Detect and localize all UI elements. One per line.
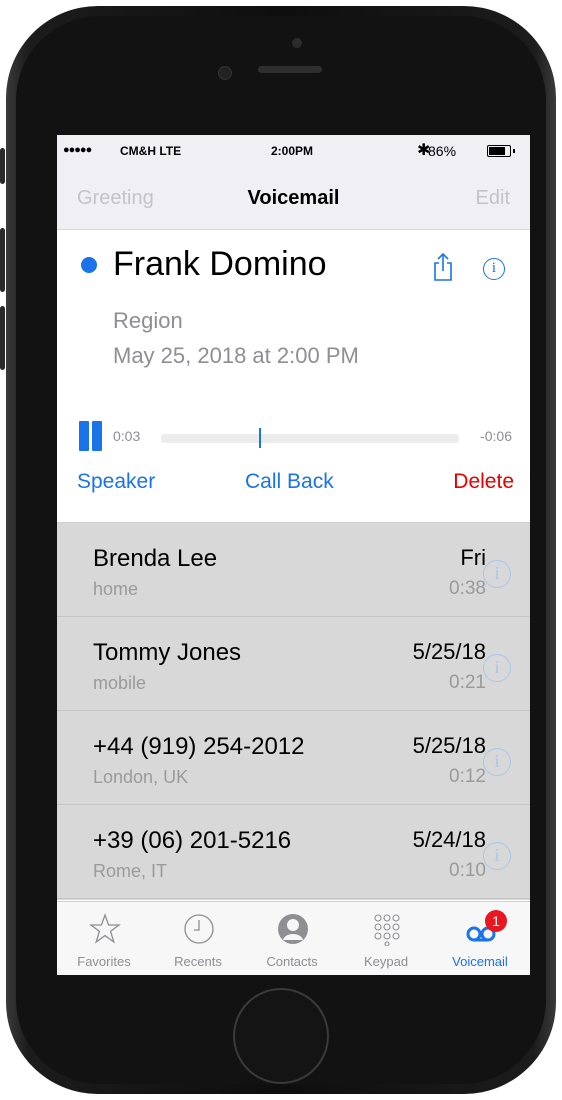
info-icon[interactable]: i (483, 258, 505, 280)
list-item[interactable]: Brenda Lee home Fri 0:38 i (57, 523, 530, 617)
voicemail-caller: +44 (919) 254-2012 (93, 733, 305, 760)
tab-recents[interactable]: Recents (151, 902, 245, 975)
notification-badge: 1 (485, 910, 507, 932)
list-item[interactable]: Tommy Jones mobile 5/25/18 0:21 i (57, 617, 530, 711)
share-icon[interactable] (432, 252, 454, 282)
speaker-button[interactable]: Speaker (77, 470, 155, 494)
tab-contacts[interactable]: Contacts (245, 902, 339, 975)
tab-label: Keypad (363, 954, 409, 969)
keypad-icon (374, 914, 400, 946)
caller-name: Frank Domino (113, 245, 327, 283)
tab-voicemail[interactable]: 1 Voicemail (433, 902, 527, 975)
voicemail-label: London, UK (93, 767, 189, 787)
battery-icon (487, 145, 515, 157)
carrier-label: CM&H LTE (120, 144, 182, 158)
battery-nub (513, 149, 515, 153)
call-back-button[interactable]: Call Back (245, 470, 334, 494)
battery-fill (489, 147, 505, 155)
nav-bar: Greeting Voicemail Edit (57, 167, 530, 230)
caller-location: Region (113, 308, 183, 333)
voicemail-label: Rome, IT (93, 861, 168, 881)
volume-up-button (0, 228, 5, 292)
tab-label: Recents (174, 954, 222, 969)
voicemail-caller: Tommy Jones (93, 639, 242, 666)
list-item[interactable]: +39 (06) 201-5216 Rome, IT 5/24/18 0:10 … (57, 805, 530, 899)
home-button[interactable] (233, 988, 329, 1084)
tab-keypad[interactable]: Keypad (339, 902, 433, 975)
pause-button[interactable] (79, 421, 103, 451)
remaining-time: -0:06 (480, 428, 512, 444)
tab-label: Contacts (266, 954, 318, 969)
playback-scrubber[interactable] (161, 434, 459, 443)
voicemail-date: May 25, 2018 at 2:00 PM (113, 343, 359, 368)
voicemail-date: 5/25/18 (412, 733, 486, 758)
info-icon[interactable]: i (483, 654, 511, 682)
screen: ●●●●● CM&H LTE 2:00PM ✱ 86% Greeting Voi… (57, 135, 530, 975)
voicemail-detail: Frank Domino i Region May 25, 2018 at 2:… (57, 230, 530, 523)
voicemail-date: 5/25/18 (412, 639, 486, 664)
delete-button[interactable]: Delete (453, 470, 514, 494)
voicemail-list: Brenda Lee home Fri 0:38 i Tommy Jones m… (57, 523, 530, 900)
voicemail-date: Fri (460, 545, 486, 570)
person-icon (278, 914, 308, 944)
voicemail-duration: 0:12 (449, 766, 486, 787)
unread-dot-icon (81, 257, 97, 273)
voicemail-label: mobile (93, 673, 147, 693)
battery-percent: 86% (428, 143, 457, 159)
pause-bar-right (92, 421, 102, 451)
voicemail-duration: 0:10 (449, 860, 486, 881)
voicemail-caller: Brenda Lee (93, 545, 218, 572)
voicemail-duration: 0:21 (449, 672, 486, 693)
clock-icon (184, 914, 214, 944)
elapsed-time: 0:03 (113, 428, 141, 444)
list-item[interactable]: +44 (919) 254-2012 London, UK 5/25/18 0:… (57, 711, 530, 805)
pause-bar-left (79, 421, 89, 451)
tab-favorites[interactable]: Favorites (57, 902, 151, 975)
page-title: Voicemail (247, 187, 340, 209)
voicemail-date: 5/24/18 (412, 827, 486, 852)
mute-switch (0, 148, 5, 184)
voicemail-caller: +39 (06) 201-5216 (93, 827, 292, 854)
tab-bar: Favorites Recents Contacts Keypad 1 Voic… (57, 901, 530, 975)
scrubber-playhead[interactable] (259, 428, 261, 448)
edit-button[interactable]: Edit (476, 187, 510, 210)
tab-label: Favorites (77, 954, 131, 969)
info-icon[interactable]: i (483, 560, 511, 588)
voicemail-duration: 0:38 (449, 578, 486, 599)
status-time: 2:00PM (271, 144, 314, 158)
info-icon[interactable]: i (483, 748, 511, 776)
volume-down-button (0, 306, 5, 370)
info-icon[interactable]: i (483, 842, 511, 870)
tab-label: Voicemail (452, 954, 508, 969)
earpiece-speaker (258, 66, 322, 73)
status-bar: ●●●●● CM&H LTE 2:00PM ✱ 86% (57, 135, 530, 167)
voicemail-label: home (93, 579, 139, 599)
signal-strength: ●●●●● (63, 144, 92, 156)
front-camera-icon (218, 66, 232, 80)
camera-icon (292, 38, 302, 48)
star-icon (89, 913, 121, 944)
